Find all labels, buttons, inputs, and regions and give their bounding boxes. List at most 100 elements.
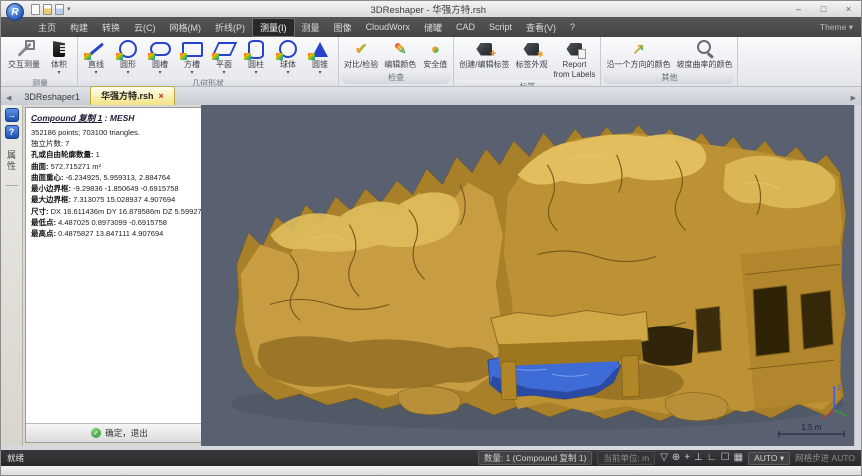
property-line: 孔或自由轮廓数量: 1	[31, 149, 208, 160]
save-doc-icon[interactable]	[55, 4, 64, 15]
ribbon-button[interactable]: 体积	[43, 38, 75, 76]
close-icon[interactable]: ×	[836, 4, 861, 14]
ribbon-button[interactable]: 创建/编辑标签	[456, 38, 512, 70]
dropdown-caret-icon	[158, 70, 161, 76]
measure-icon	[11, 38, 37, 60]
ribbon-button[interactable]: 球体	[272, 38, 304, 76]
right-edge	[854, 105, 861, 446]
property-line: 最大边界框: 7.313075 15.028937 4.907694	[31, 194, 208, 205]
status-ready: 就绪	[7, 452, 24, 464]
help-icon[interactable]: ?	[5, 125, 19, 139]
maximize-icon[interactable]: □	[811, 4, 836, 14]
menu-tab[interactable]: ?	[563, 19, 582, 35]
axis-icon[interactable]: ⊥	[694, 453, 703, 463]
menu-tab[interactable]: CAD	[449, 19, 482, 35]
grid-step-label: 网格步进 AUTO	[795, 452, 855, 464]
zoom-icon[interactable]: ⊕	[672, 453, 680, 463]
confirm-exit-button[interactable]: 确定，退出	[26, 423, 213, 442]
filter-icon[interactable]: ▽	[660, 453, 668, 463]
ribbon-button-label: 标签外观	[515, 60, 547, 70]
menu-tab[interactable]: 主页	[31, 18, 63, 37]
tab-scroll-left-icon[interactable]: ◀	[3, 94, 14, 105]
ribbon: 交互测量 体积 测量	[1, 37, 861, 87]
ribbon-button[interactable]: 圆槽	[144, 38, 176, 76]
3d-viewport[interactable]: Z 1.5 m	[201, 105, 854, 446]
menu-tab[interactable]: 网格(M)	[163, 18, 209, 37]
ribbon-button[interactable]: 沿一个方向的颜色	[603, 38, 673, 70]
volume-icon	[46, 38, 72, 60]
ribbon-button-label: 平面	[216, 60, 232, 70]
left-toolbar: → ? 属性	[1, 105, 23, 446]
minimize-icon[interactable]: –	[786, 4, 811, 14]
menu-tab[interactable]: 储罐	[417, 18, 449, 37]
menu-tab[interactable]: 转换	[95, 18, 127, 37]
ribbon-button-label: 沿一个方向的颜色	[606, 60, 670, 70]
ribbon-button[interactable]: 编辑颜色	[381, 38, 419, 70]
pan-icon[interactable]: +	[684, 453, 690, 463]
ribbon-button[interactable]: 标签外观	[512, 38, 550, 70]
ribbon-button[interactable]: 坡度曲率的颜色	[673, 38, 735, 70]
axis-z-label: Z	[837, 385, 842, 392]
check-icon	[91, 428, 101, 438]
menu-tab[interactable]: 测量	[295, 18, 327, 37]
tab-scroll-right-icon[interactable]: ▶	[848, 94, 859, 105]
menu-tab[interactable]: 构建	[63, 18, 95, 37]
main-area: → ? 属性 Compound 复制 1 : MESH 352186 point…	[1, 105, 861, 446]
ribbon-group-label: 检查	[342, 71, 450, 84]
ribbon-button[interactable]: Report from Labels	[550, 38, 598, 79]
app-logo-icon[interactable]: R	[6, 3, 24, 21]
grid-icon[interactable]: ▦	[734, 453, 743, 463]
properties-vertical-tab[interactable]: 属性	[5, 150, 18, 172]
ribbon-button[interactable]: 平面	[208, 38, 240, 76]
ribbon-group-label: 测量	[6, 77, 74, 87]
menu-tab[interactable]: 云(C)	[127, 18, 163, 37]
ribbon-group: 对比/检验 编辑颜色 安全值	[339, 37, 454, 86]
status-bar: 就绪 数量: 1 (Compound 复制 1) 当前单位: m ▽ ⊕ + ⊥…	[1, 450, 861, 466]
scale-label: 1.5 m	[802, 423, 822, 432]
ribbon-button-label: Report from Labels	[553, 60, 595, 79]
value-icon	[422, 38, 448, 60]
property-line: 曲面重心: -6.234925, 5.959313, 2.884764	[31, 172, 208, 183]
mesh-properties: Compound 复制 1 : MESH 352186 points; 7031…	[26, 108, 213, 423]
cone-icon	[307, 38, 333, 60]
slot-icon	[147, 38, 173, 60]
open-doc-icon[interactable]	[43, 4, 52, 15]
close-tab-icon[interactable]: ×	[158, 91, 163, 101]
ribbon-button[interactable]: 圆锥	[304, 38, 336, 76]
document-tab[interactable]: 3DReshaper1×	[14, 90, 90, 105]
ribbon-button[interactable]: 交互测量	[5, 38, 43, 70]
property-line: 最低点: 4.487025 0.8973099 -0.6915758	[31, 217, 208, 228]
menu-tab[interactable]: 图像	[327, 18, 359, 37]
rect-icon	[179, 38, 205, 60]
tag-report-icon	[561, 38, 587, 60]
dropdown-caret-icon	[254, 70, 257, 76]
menu-tab[interactable]: 折线(P)	[208, 18, 252, 37]
menu-tab[interactable]: 查看(V)	[519, 18, 563, 37]
ribbon-button[interactable]: 圆柱	[240, 38, 272, 76]
ribbon-button-label: 对比/检验	[344, 60, 378, 70]
ribbon-button-label: 编辑颜色	[384, 60, 416, 70]
new-doc-icon[interactable]	[31, 4, 40, 15]
ribbon-button-label: 直线	[88, 60, 104, 70]
dropdown-caret-icon	[126, 70, 129, 76]
ribbon-button[interactable]: 安全值	[419, 38, 451, 70]
ribbon-button[interactable]: 直线	[80, 38, 112, 76]
units-indicator: 当前单位: m	[597, 451, 655, 465]
titlebar: 3DReshaper - 华强方特.rsh – □ ×	[1, 1, 861, 17]
line-icon	[83, 38, 109, 60]
document-tab[interactable]: 华强方特.rsh×	[90, 86, 175, 105]
menu-tab[interactable]: 测量(I)	[252, 18, 295, 37]
selection-box-icon[interactable]: ☐	[721, 453, 730, 463]
ribbon-button[interactable]: 对比/检验	[341, 38, 381, 70]
navigate-icon[interactable]: →	[5, 108, 19, 122]
theme-dropdown[interactable]: Theme ▾	[820, 22, 853, 33]
ribbon-button[interactable]: 方槽	[176, 38, 208, 76]
menu-tab[interactable]: Script	[482, 19, 519, 35]
ribbon-button[interactable]: 圆形	[112, 38, 144, 76]
menu-tab[interactable]: CloudWorx	[359, 19, 417, 35]
dropdown-caret-icon	[318, 70, 321, 76]
angle-icon[interactable]: ∟	[707, 453, 717, 463]
3d-mesh-render[interactable]: Z 1.5 m	[201, 105, 854, 446]
dropdown-caret-icon	[57, 70, 60, 76]
auto-dropdown[interactable]: AUTO ▾	[748, 452, 790, 465]
